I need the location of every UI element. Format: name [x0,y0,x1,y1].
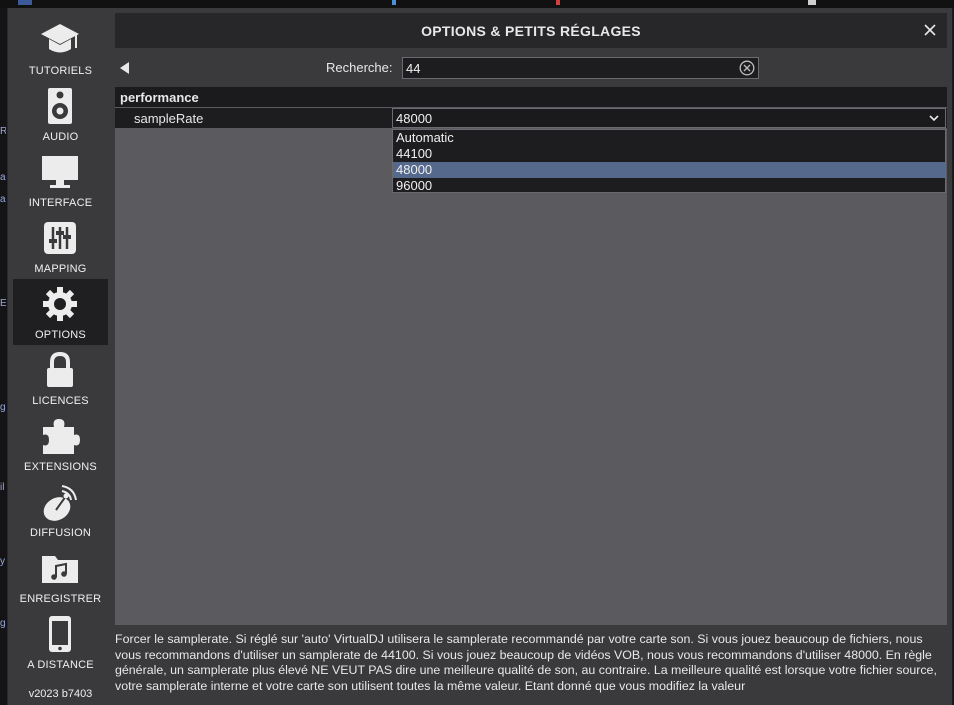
search-row: Recherche: [115,55,947,81]
sidebar-item-label: MAPPING [34,263,87,275]
back-button[interactable] [119,61,131,75]
option-name: sampleRate [134,111,204,126]
sidebar-item-label: DIFFUSION [29,527,92,539]
dropdown-option[interactable]: Automatic [393,130,945,146]
section-header: performance [115,87,947,107]
dropdown-option[interactable]: 96000 [393,178,945,194]
sidebar-item-a-distance[interactable]: A DISTANCE [13,609,108,675]
sidebar-item-tutoriels[interactable]: TUTORIELS [13,15,108,81]
gear-icon [40,285,80,323]
search-input[interactable] [403,58,733,78]
close-button[interactable] [921,21,939,39]
samplerate-dropdown-list: Automatic 44100 48000 96000 [392,129,946,193]
phone-icon [40,615,80,653]
section-title: performance [120,90,199,105]
lock-icon [40,351,80,389]
back-arrow-icon [120,62,129,74]
background-app-marker [18,0,32,5]
background-app-top-strip [0,0,954,8]
select-value: 48000 [396,111,433,126]
settings-sidebar: TUTORIELS AUDIO INTERFACE MAPPING OPTION… [13,13,108,703]
sidebar-item-licences[interactable]: LICENCES [13,345,108,411]
sidebar-item-diffusion[interactable]: DIFFUSION [13,477,108,543]
sidebar-item-label: TUTORIELS [28,65,93,77]
speaker-icon [40,87,80,125]
sidebar-item-options[interactable]: OPTIONS [13,279,108,345]
sidebar-item-label: LICENCES [32,395,89,407]
option-row-samplerate: sampleRate 48000 [115,108,947,128]
close-icon [924,24,936,36]
sliders-icon [40,219,80,257]
options-window: TUTORIELS AUDIO INTERFACE MAPPING OPTION… [7,8,952,705]
background-app-marker [808,0,816,5]
broadcast-dish-icon [40,483,80,521]
version-label: v2023 b7403 [28,688,93,700]
window-title: OPTIONS & PETITS RÉGLAGES [421,23,641,39]
dropdown-option[interactable]: 44100 [393,146,945,162]
sidebar-item-enregistrer[interactable]: ENREGISTRER [13,543,108,609]
music-folder-icon [40,549,80,587]
sidebar-item-label: AUDIO [42,131,79,143]
options-main: OPTIONS & PETITS RÉGLAGES Recherche: 44 … [115,13,947,703]
search-label: Recherche: [326,60,393,75]
sidebar-item-label: OPTIONS [35,329,86,341]
background-app-left-edge: R a a E g il y g [0,8,7,705]
monitor-icon [40,153,80,191]
puzzle-icon [40,417,80,455]
sidebar-item-label: ENREGISTRER [19,593,102,605]
samplerate-select[interactable]: 48000 [392,108,946,128]
sidebar-item-extensions[interactable]: EXTENSIONS [13,411,108,477]
clear-circle-icon [739,60,755,76]
sidebar-item-interface[interactable]: INTERFACE [13,147,108,213]
background-app-marker [556,0,560,5]
option-description: Forcer le samplerate. Si réglé sur 'auto… [115,632,937,693]
graduation-cap-icon [40,21,80,59]
title-bar: OPTIONS & PETITS RÉGLAGES [115,13,947,48]
clear-search-button[interactable] [739,60,755,76]
background-app-marker [392,0,396,5]
sidebar-item-label: INTERFACE [28,197,93,209]
dropdown-option-selected[interactable]: 48000 [393,162,945,178]
chevron-down-icon [929,115,939,122]
sidebar-item-label: EXTENSIONS [24,461,97,473]
sidebar-item-label: A DISTANCE [27,659,94,671]
options-list-panel: performance sampleRate 48000 Automatic 4… [115,87,947,625]
search-box [402,57,759,79]
sidebar-item-mapping[interactable]: MAPPING [13,213,108,279]
sidebar-item-audio[interactable]: AUDIO [13,81,108,147]
